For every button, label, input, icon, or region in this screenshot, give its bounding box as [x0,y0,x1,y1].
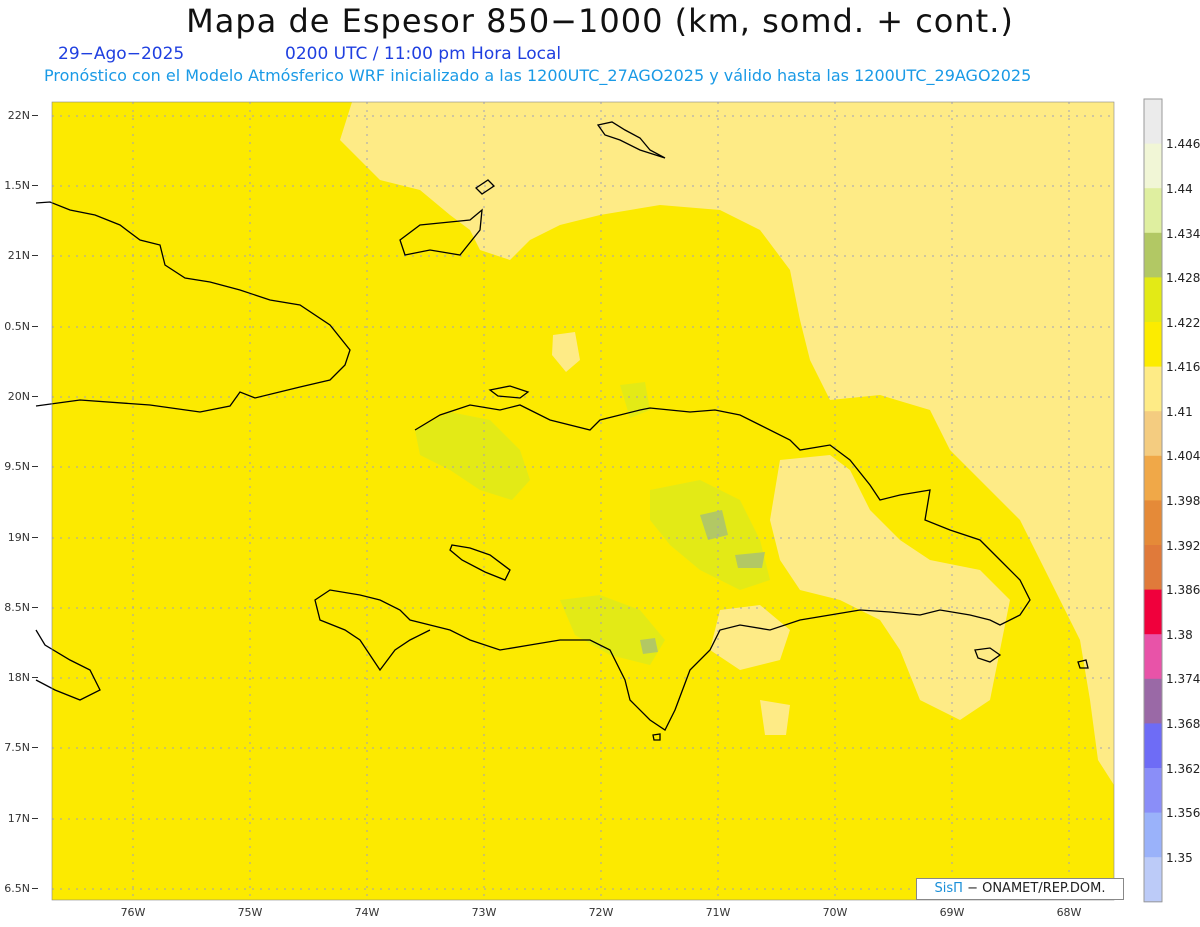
lon-label: 75W [237,906,263,919]
lon-label: 74W [354,906,380,919]
map-canvas [35,98,1163,903]
colorbar-label: 1.41 [1166,405,1193,419]
colorbar-label: 1.386 [1166,583,1200,597]
colorbar-swatch [1144,99,1162,145]
lon-label: 72W [588,906,614,919]
colorbar-label: 1.392 [1166,539,1200,553]
lat-label: 18N [0,671,38,684]
colorbar-swatch [1144,188,1162,234]
lon-label: 73W [471,906,497,919]
lat-label: 21N [0,249,38,262]
colorbar [1143,98,1163,903]
colorbar-label: 1.404 [1166,449,1200,463]
lat-label: 22N [0,109,38,122]
lon-label: 70W [822,906,848,919]
lat-label: 6.5N [0,882,38,895]
colorbar-swatch [1144,678,1162,724]
colorbar-label: 1.362 [1166,762,1200,776]
dark-green-spot-3 [640,638,658,654]
colorbar-label: 1.422 [1166,316,1200,330]
credit-box: SisΠ − ONAMET/REP.DOM. [916,878,1124,900]
colorbar-label: 1.368 [1166,717,1200,731]
colorbar-swatch [1144,411,1162,457]
pale-blob-2 [760,700,790,735]
colorbar-label: 1.374 [1166,672,1200,686]
lon-label: 71W [705,906,731,919]
colorbar-label: 1.398 [1166,494,1200,508]
colorbar-label: 1.446 [1166,137,1200,151]
colorbar-label: 1.35 [1166,851,1193,865]
colorbar-label: 1.44 [1166,182,1193,196]
colorbar-swatch [1144,634,1162,680]
lat-label: 17N [0,812,38,825]
credit-brand: SisΠ [934,881,963,896]
lat-label: 7.5N [0,741,38,754]
lon-label: 69W [939,906,965,919]
colorbar-swatch [1144,143,1162,189]
colorbar-swatch [1144,455,1162,501]
colorbar-swatch [1144,589,1162,635]
colorbar-label: 1.356 [1166,806,1200,820]
colorbar-swatch [1144,322,1162,368]
lon-label: 76W [120,906,146,919]
lat-label: 1.5N [0,179,38,192]
lat-label: 19N [0,531,38,544]
colorbar-swatch [1144,768,1162,814]
colorbar-label: 1.38 [1166,628,1193,642]
lat-label: 9.5N [0,460,38,473]
colorbar-label: 1.434 [1166,227,1200,241]
lon-label: 68W [1056,906,1082,919]
colorbar-swatch [1144,366,1162,412]
colorbar-swatch [1144,812,1162,858]
colorbar-swatch [1144,545,1162,591]
colorbar-label: 1.416 [1166,360,1200,374]
colorbar-swatch [1144,277,1162,323]
colorbar-label: 1.428 [1166,271,1200,285]
colorbar-swatch [1144,232,1162,278]
lat-label: 0.5N [0,320,38,333]
credit-text: − ONAMET/REP.DOM. [967,881,1106,896]
lat-label: 8.5N [0,601,38,614]
colorbar-swatch [1144,723,1162,769]
colorbar-swatch [1144,500,1162,546]
lat-label: 20N [0,390,38,403]
colorbar-swatch [1144,857,1162,903]
